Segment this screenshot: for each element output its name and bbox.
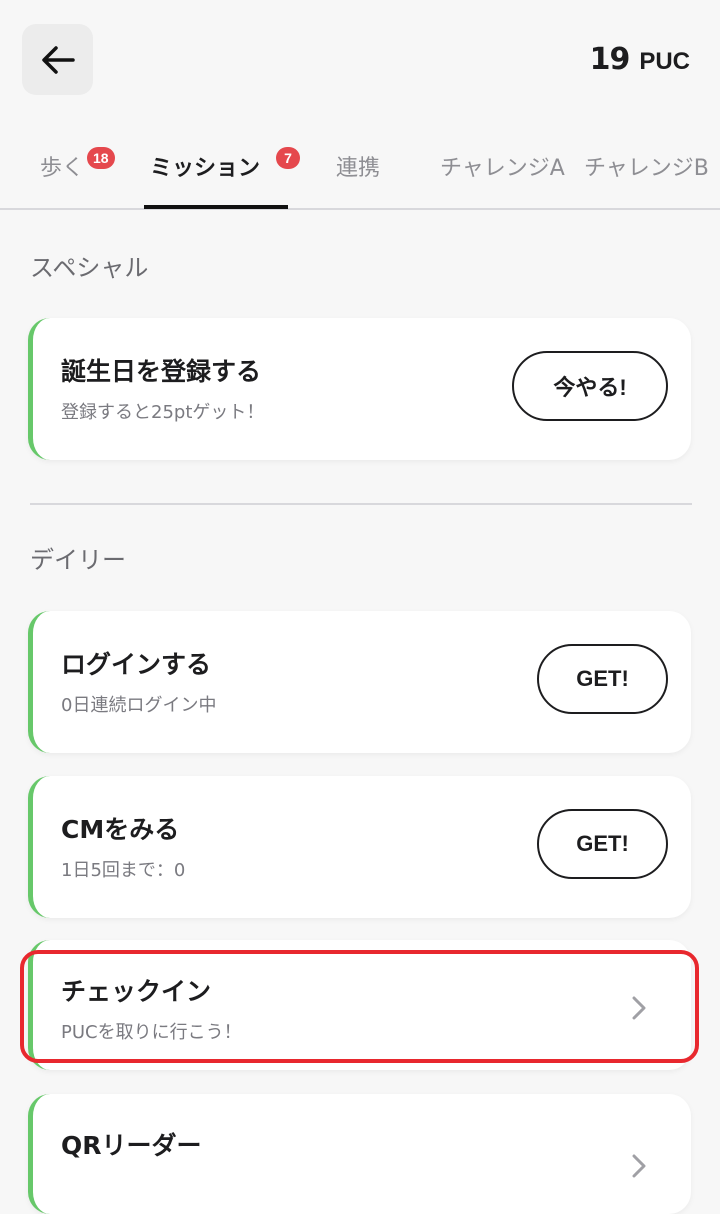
mission-card-login[interactable]: ログインする 0日連続ログイン中 GET! bbox=[28, 611, 691, 753]
card-title: QRリーダー bbox=[61, 1131, 202, 1160]
tab-link[interactable]: 連携 bbox=[336, 150, 380, 182]
chevron-right-icon[interactable] bbox=[629, 994, 649, 1022]
card-subtitle: 1日5回まで：0 bbox=[61, 860, 186, 881]
tab-link-label: 連携 bbox=[336, 156, 381, 181]
arrow-left-icon bbox=[41, 45, 75, 74]
card-subtitle: PUCを取りに行こう！ bbox=[61, 1022, 242, 1043]
section-title-daily: デイリー bbox=[30, 546, 126, 574]
puc-count: 19 bbox=[589, 42, 631, 77]
tab-challenge-b[interactable]: チャレンジB bbox=[584, 150, 709, 182]
header: 19 PUC bbox=[0, 0, 720, 120]
get-button-login[interactable]: GET! bbox=[537, 644, 668, 714]
mission-card-cm[interactable]: CMをみる 1日5回まで：0 GET! bbox=[28, 776, 691, 918]
tab-bar: 歩く 18 ミッション 7 連携 チャレンジA チャレンジB bbox=[0, 120, 720, 210]
tab-mission-badge: 7 bbox=[276, 147, 300, 169]
puc-unit: PUC bbox=[639, 48, 690, 75]
mission-card-birthday[interactable]: 誕生日を登録する 登録すると25ptゲット！ 今やる! bbox=[28, 318, 691, 460]
mission-card-qr[interactable]: QRリーダー bbox=[28, 1094, 691, 1214]
tab-walk-badge: 18 bbox=[87, 147, 115, 169]
tab-challenge-a[interactable]: チャレンジA bbox=[440, 150, 565, 182]
tab-mission-label: ミッション bbox=[150, 156, 261, 181]
section-divider bbox=[30, 503, 692, 505]
tab-challenge-b-label: チャレンジB bbox=[584, 156, 709, 181]
tab-mission[interactable]: ミッション bbox=[150, 150, 260, 182]
card-title: ログインする bbox=[61, 650, 212, 679]
card-title: チェックイン bbox=[61, 977, 212, 1006]
tab-challenge-a-label: チャレンジA bbox=[440, 156, 565, 181]
card-title: CMをみる bbox=[61, 815, 180, 844]
mission-card-checkin[interactable]: チェックイン PUCを取りに行こう！ bbox=[28, 940, 691, 1070]
card-subtitle: 0日連続ログイン中 bbox=[61, 695, 217, 716]
do-now-button[interactable]: 今やる! bbox=[512, 351, 668, 421]
puc-balance: 19 PUC bbox=[590, 42, 690, 77]
chevron-right-icon[interactable] bbox=[629, 1152, 649, 1180]
active-tab-indicator bbox=[144, 205, 288, 209]
tab-walk-label: 歩く bbox=[40, 156, 85, 181]
section-title-special: スペシャル bbox=[30, 254, 149, 282]
card-subtitle: 登録すると25ptゲット！ bbox=[61, 402, 265, 423]
get-button-cm[interactable]: GET! bbox=[537, 809, 668, 879]
back-button[interactable] bbox=[22, 24, 93, 95]
card-title: 誕生日を登録する bbox=[61, 357, 262, 386]
tab-walk[interactable]: 歩く bbox=[40, 150, 84, 182]
